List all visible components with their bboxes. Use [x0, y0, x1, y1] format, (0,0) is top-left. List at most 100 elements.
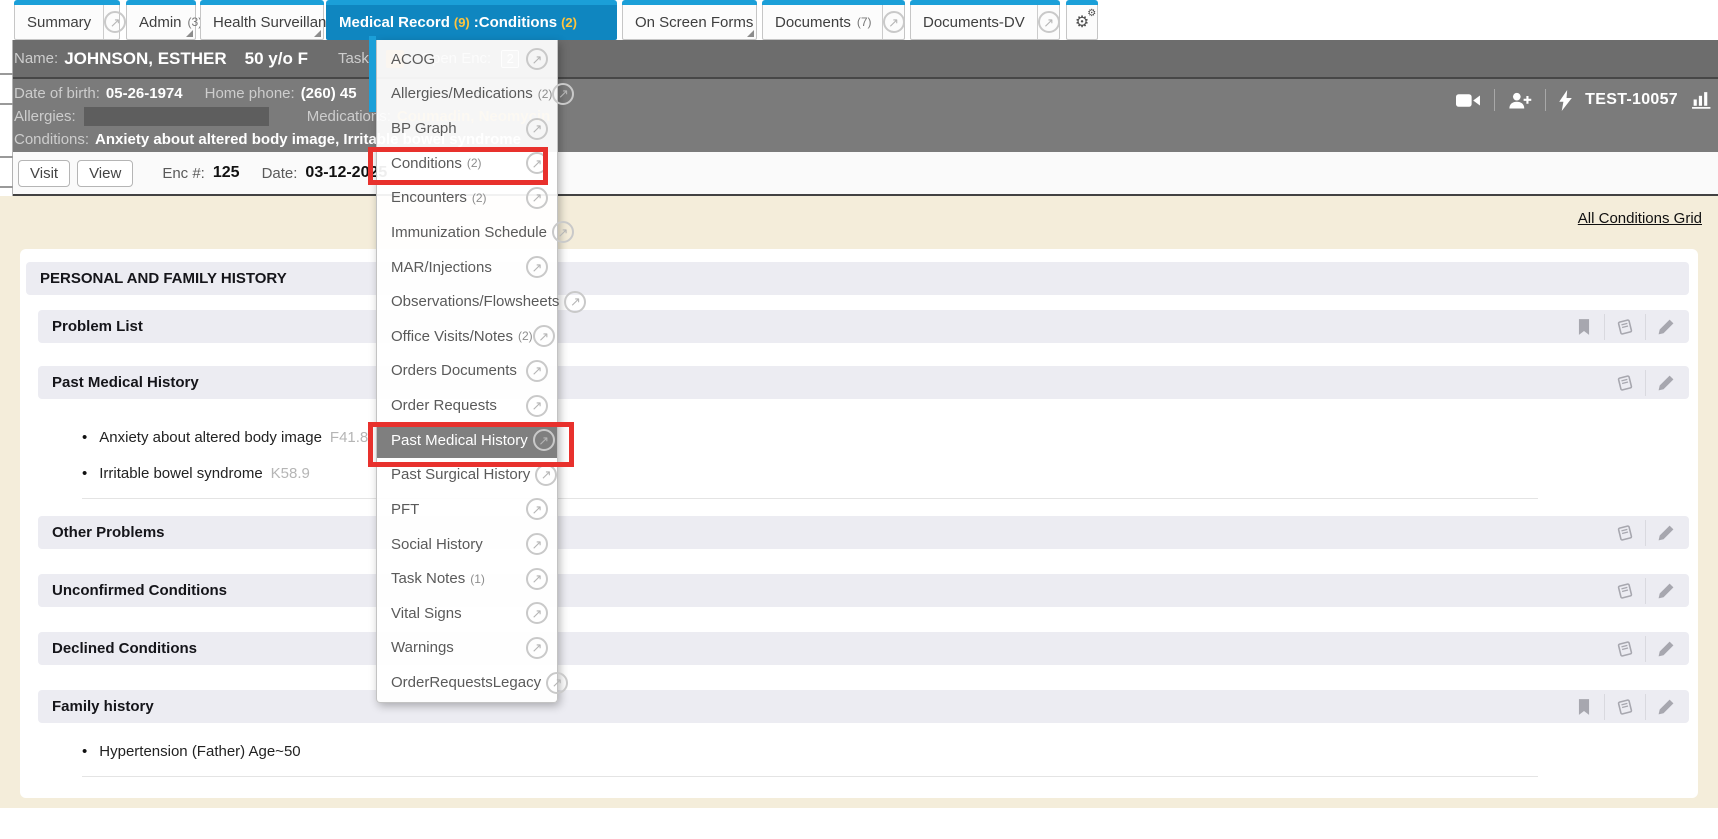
icd-code: F41.8 [330, 429, 368, 446]
home-phone-value: (260) 45 [301, 85, 357, 102]
menu-item-immunization-schedule[interactable]: Immunization Schedule [377, 215, 557, 250]
dob-value: 05-26-1974 [106, 85, 183, 102]
bookmark-icon[interactable] [1575, 698, 1593, 716]
menu-item-allergies-medications[interactable]: Allergies/Medications(2) [377, 77, 557, 112]
tab-popout-segment[interactable] [882, 5, 905, 39]
menu-left-accent [369, 36, 376, 112]
view-button[interactable]: View [77, 160, 133, 187]
menu-item-label: Office Visits/Notes [391, 328, 513, 345]
menu-item-acog[interactable]: ACOG [377, 42, 557, 77]
enc-number-label: Enc #: [162, 165, 205, 182]
patient-banner-actions: TEST-10057 [1456, 89, 1712, 111]
tab-documents[interactable]: Documents (7) [762, 5, 905, 40]
tab-top-accent [200, 0, 324, 5]
section-problem-list: Problem List [38, 310, 1689, 343]
video-camera-icon[interactable] [1456, 93, 1481, 108]
menu-item-order-requests[interactable]: Order Requests [377, 388, 557, 423]
circle-arrow-icon[interactable] [564, 291, 586, 313]
menu-item-label: Conditions [391, 155, 462, 172]
tab-subcount: (2) [559, 15, 579, 30]
menu-item-encounters[interactable]: Encounters(2) [377, 181, 557, 216]
circle-arrow-icon[interactable] [533, 429, 555, 451]
tab-medical-record-active[interactable]: Medical Record (9) :Conditions (2) [326, 5, 617, 40]
visit-button[interactable]: Visit [18, 160, 70, 187]
tab-popout-segment[interactable] [103, 5, 126, 39]
notebook-icon[interactable] [1616, 374, 1634, 392]
tab-health-surveillance[interactable]: Health Surveillance [200, 5, 324, 40]
menu-item-label: Past Medical History [391, 432, 528, 449]
bar-chart-icon[interactable] [1691, 91, 1712, 109]
menu-item-warnings[interactable]: Warnings [377, 631, 557, 666]
tab-summary[interactable]: Summary [14, 5, 120, 40]
tab-label: On Screen Forms [623, 14, 765, 31]
tab-sublabel: :Conditions [472, 14, 559, 31]
tab-settings[interactable] [1066, 5, 1098, 40]
lightning-icon[interactable] [1559, 90, 1572, 111]
circle-arrow-icon[interactable] [526, 568, 548, 590]
circle-arrow-icon[interactable] [526, 602, 548, 624]
section-title: Other Problems [52, 524, 165, 541]
notebook-icon[interactable] [1616, 698, 1634, 716]
menu-item-past-medical-history[interactable]: Past Medical History [377, 423, 557, 458]
icon-divider [1604, 314, 1605, 340]
all-conditions-grid-link[interactable]: All Conditions Grid [1578, 210, 1702, 227]
edit-pencil-icon[interactable] [1657, 698, 1675, 716]
circle-arrow-icon[interactable] [526, 48, 548, 70]
tab-label: Summary [15, 14, 103, 31]
edit-pencil-icon[interactable] [1657, 640, 1675, 658]
menu-item-vital-signs[interactable]: Vital Signs [377, 596, 557, 631]
section-title: Declined Conditions [52, 640, 197, 657]
circle-arrow-icon[interactable] [526, 533, 548, 555]
menu-item-label: Task Notes [391, 570, 465, 587]
circle-arrow-icon[interactable] [526, 118, 548, 140]
circle-arrow-icon[interactable] [526, 360, 548, 382]
circle-arrow-icon[interactable] [526, 637, 548, 659]
circle-arrow-icon[interactable] [526, 395, 548, 417]
notebook-icon[interactable] [1616, 640, 1634, 658]
edit-pencil-icon[interactable] [1657, 374, 1675, 392]
circle-arrow-icon[interactable] [526, 498, 548, 520]
menu-item-observations-flowsheets[interactable]: Observations/Flowsheets [377, 284, 557, 319]
section-title: Past Medical History [52, 374, 199, 391]
icon-divider [1545, 89, 1546, 111]
menu-item-orderrequestslegacy[interactable]: OrderRequestsLegacy [377, 665, 557, 700]
tab-label: Documents-DV [911, 14, 1037, 31]
section-unconfirmed-conditions: Unconfirmed Conditions [38, 574, 1689, 607]
edge-tick [0, 156, 13, 158]
circle-arrow-icon[interactable] [533, 325, 555, 347]
menu-item-mar-injections[interactable]: MAR/Injections [377, 250, 557, 285]
circle-arrow-icon[interactable] [526, 256, 548, 278]
edit-pencil-icon[interactable] [1657, 582, 1675, 600]
circle-arrow-icon[interactable] [526, 152, 548, 174]
tab-top-accent [762, 0, 905, 5]
bookmark-icon[interactable] [1575, 318, 1593, 336]
menu-item-office-visits-notes[interactable]: Office Visits/Notes(2) [377, 319, 557, 354]
tab-admin[interactable]: Admin (3) [126, 5, 196, 40]
circle-arrow-icon[interactable] [526, 187, 548, 209]
circle-arrow-icon[interactable] [546, 672, 568, 694]
circle-arrow-icon[interactable] [535, 464, 557, 486]
tab-on-screen-forms[interactable]: On Screen Forms [622, 5, 757, 40]
menu-item-orders-documents[interactable]: Orders Documents [377, 354, 557, 389]
notebook-icon[interactable] [1616, 582, 1634, 600]
menu-item-social-history[interactable]: Social History [377, 527, 557, 562]
menu-item-task-notes[interactable]: Task Notes(1) [377, 561, 557, 596]
menu-item-pft[interactable]: PFT [377, 492, 557, 527]
edit-pencil-icon[interactable] [1657, 318, 1675, 336]
circle-arrow-icon[interactable] [1038, 11, 1060, 33]
menu-item-bp-graph[interactable]: BP Graph [377, 111, 557, 146]
allergies-label: Allergies: [14, 108, 76, 125]
circle-arrow-icon[interactable] [104, 11, 126, 33]
edit-pencil-icon[interactable] [1657, 524, 1675, 542]
notebook-icon[interactable] [1616, 318, 1634, 336]
tab-documents-dv[interactable]: Documents-DV [910, 5, 1060, 40]
notebook-icon[interactable] [1616, 524, 1634, 542]
tab-popout-segment[interactable] [1037, 5, 1060, 39]
circle-arrow-icon[interactable] [883, 11, 905, 33]
menu-item-past-surgical-history[interactable]: Past Surgical History [377, 458, 557, 493]
section-title: PERSONAL AND FAMILY HISTORY [40, 270, 287, 287]
date-value: 03-12-2025 [305, 164, 387, 182]
person-add-icon[interactable] [1508, 92, 1532, 109]
section-title: Problem List [52, 318, 143, 335]
menu-item-conditions[interactable]: Conditions(2) [377, 146, 557, 181]
